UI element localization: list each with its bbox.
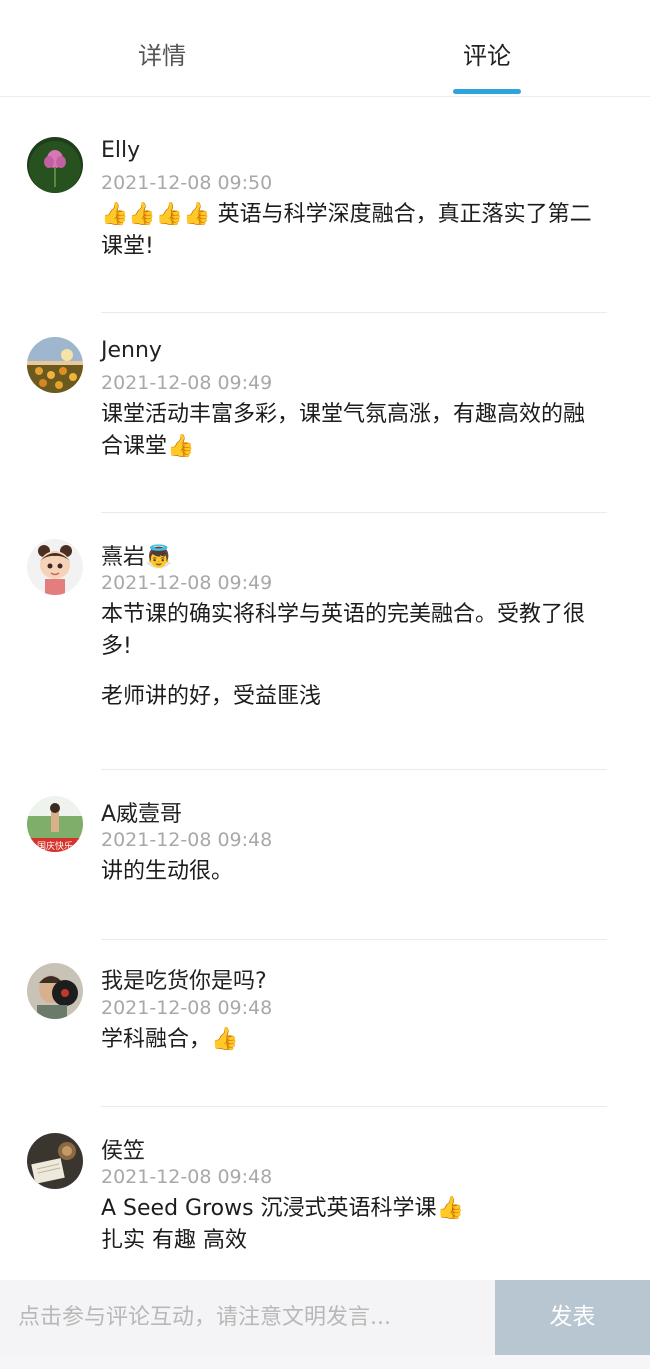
comment-time: 2021-12-08 09:49 xyxy=(101,572,273,594)
comment-text: A Seed Grows 沉浸式英语科学课👍 扎实 有趣 高效 xyxy=(101,1193,601,1257)
comment-paragraph: 课堂活动丰富多彩，课堂气氛高涨，有趣高效的融合课堂👍 xyxy=(101,402,586,459)
comment-author: A威壹哥 xyxy=(101,802,183,827)
comment-text: 学科融合，👍 xyxy=(101,1024,601,1056)
comment-text: 👍👍👍👍 英语与科学深度融合，真正落实了第二课堂! xyxy=(101,199,601,263)
person-record-avatar-icon[interactable] xyxy=(27,963,83,1019)
comment-text: 讲的生动很。 xyxy=(101,856,601,888)
comment-text: 本节课的确实将科学与英语的完美融合。受教了很多! 老师讲的好，受益匪浅 xyxy=(101,599,601,713)
comment-author: 我是吃货你是吗? xyxy=(101,969,267,994)
divider xyxy=(101,312,607,313)
person-outdoor-avatar-icon[interactable]: 国庆快乐 xyxy=(27,796,83,852)
divider xyxy=(101,769,607,770)
comment-paragraph: 👍👍👍👍 英语与科学深度融合，真正落实了第二课堂! xyxy=(101,202,592,259)
comment-author: 侯笠 xyxy=(101,1139,146,1164)
comment-time: 2021-12-08 09:49 xyxy=(101,372,273,394)
comment-time: 2021-12-08 09:50 xyxy=(101,172,273,194)
comment-author: 熹岩👼 xyxy=(101,545,173,570)
comment-paragraph: 本节课的确实将科学与英语的完美融合。受教了很多! xyxy=(101,602,586,659)
comment-time: 2021-12-08 09:48 xyxy=(101,997,273,1019)
active-tab-indicator xyxy=(453,89,521,94)
lotus-avatar-icon[interactable] xyxy=(27,137,83,193)
comment-paragraph: 扎实 有趣 高效 xyxy=(101,1228,247,1253)
tab-details[interactable]: 详情 xyxy=(62,36,262,71)
comment-paragraph: 老师讲的好，受益匪浅 xyxy=(101,684,322,709)
comment-paragraph: 学科融合，👍 xyxy=(101,1027,239,1052)
flowers-sunset-avatar-icon[interactable] xyxy=(27,337,83,393)
divider xyxy=(101,939,607,940)
comment-paragraph: 讲的生动很。 xyxy=(101,859,234,884)
book-avatar-icon[interactable] xyxy=(27,1133,83,1189)
comment-composer: 点击参与评论互动，请注意文明发言... 发表 xyxy=(0,1280,650,1369)
cartoon-girl-avatar-icon[interactable] xyxy=(27,539,83,595)
comment-input[interactable]: 点击参与评论互动，请注意文明发言... xyxy=(0,1280,495,1355)
comment-author: Elly xyxy=(101,138,141,163)
divider xyxy=(101,512,607,513)
comment-text: 课堂活动丰富多彩，课堂气氛高涨，有趣高效的融合课堂👍 xyxy=(101,399,601,463)
divider xyxy=(101,1106,607,1107)
comment-paragraph: A Seed Grows 沉浸式英语科学课👍 xyxy=(101,1196,464,1221)
comment-author: Jenny xyxy=(101,338,162,363)
comment-time: 2021-12-08 09:48 xyxy=(101,829,273,851)
comment-time: 2021-12-08 09:48 xyxy=(101,1166,273,1188)
send-button[interactable]: 发表 xyxy=(495,1280,650,1355)
tab-comments[interactable]: 评论 xyxy=(387,36,587,71)
svg-text:国庆快乐: 国庆快乐 xyxy=(37,840,73,852)
tab-bar: 详情 评论 xyxy=(0,0,650,97)
